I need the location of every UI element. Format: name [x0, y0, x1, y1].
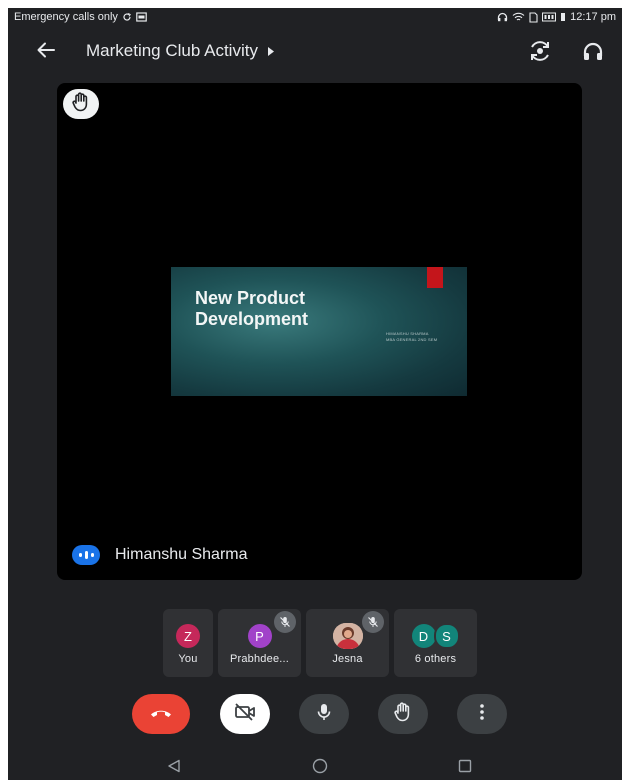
presenter-label: Himanshu Sharma — [72, 545, 248, 565]
nav-recents-icon — [458, 759, 472, 778]
meeting-title-button[interactable]: Marketing Club Activity — [86, 41, 274, 61]
nav-home-icon — [312, 758, 328, 779]
caret-right-icon — [267, 46, 274, 56]
arrow-back-icon — [37, 42, 55, 63]
status-time: 12:17 pm — [570, 11, 616, 23]
end-call-button[interactable] — [132, 694, 190, 734]
slide-subtitle: HIMANSHU SHARMA MBA GENERAL 2ND SEM — [386, 331, 437, 343]
participant-tile-others[interactable]: D S 6 others — [394, 609, 477, 677]
participant-tile-you[interactable]: Z You — [163, 609, 213, 677]
microphone-button[interactable] — [299, 694, 349, 734]
call-controls — [132, 694, 512, 738]
headphones-icon — [582, 41, 604, 66]
battery-icon — [560, 12, 566, 22]
status-bar: Emergency calls only 12:17 pm — [8, 8, 622, 28]
slide-title: New Product Development — [195, 288, 309, 329]
back-button[interactable] — [34, 40, 58, 64]
switch-camera-icon — [528, 40, 552, 67]
wifi-icon — [512, 12, 525, 22]
more-options-icon — [480, 703, 484, 725]
mic-off-icon — [362, 611, 384, 633]
meeting-title: Marketing Club Activity — [86, 41, 258, 60]
sim-icon — [529, 11, 538, 23]
camera-toggle-button[interactable] — [220, 694, 270, 734]
sync-icon — [122, 12, 132, 22]
nav-back-icon — [167, 759, 181, 778]
carrier-text: Emergency calls only — [14, 11, 118, 23]
avatar: P — [247, 624, 272, 648]
avatar: Z — [176, 624, 200, 648]
presenter-name: Himanshu Sharma — [115, 546, 248, 563]
raise-hand-icon — [394, 701, 412, 727]
app-bar: Marketing Club Activity — [8, 32, 622, 72]
raised-hand-icon — [72, 91, 90, 117]
participant-tile-jesna[interactable]: Jesna — [306, 609, 389, 677]
participant-name: 6 others — [414, 653, 457, 665]
profile-photo-avatar — [332, 623, 363, 649]
mic-off-icon — [274, 611, 296, 633]
nav-back-button[interactable] — [164, 758, 184, 778]
participant-name: Prabhdee... — [229, 653, 290, 665]
headset-status-icon — [497, 12, 508, 22]
nav-home-button[interactable] — [310, 758, 330, 778]
nav-recents-button[interactable] — [455, 758, 475, 778]
participant-name: You — [178, 653, 198, 665]
avatar: D — [411, 624, 436, 648]
camera-off-icon — [234, 702, 256, 726]
audio-output-button[interactable] — [580, 40, 606, 66]
meet-screen: Emergency calls only 12:17 pm Marketing … — [8, 8, 622, 780]
avatar: S — [433, 623, 460, 649]
slide-accent-block — [427, 267, 443, 288]
speaking-indicator-icon — [72, 545, 100, 565]
raised-hand-badge — [63, 89, 99, 119]
slide-subtitle-line: MBA GENERAL 2ND SEM — [386, 337, 438, 342]
raise-hand-button[interactable] — [378, 694, 428, 734]
more-options-button[interactable] — [457, 694, 507, 734]
system-nav-bar — [8, 752, 622, 780]
participant-strip: Z You P Prabhdee... Jesna D S 6 others — [163, 609, 477, 677]
switch-camera-button[interactable] — [527, 40, 553, 66]
participant-name: Jesna — [332, 653, 363, 665]
shared-slide: New Product Development HIMANSHU SHARMA … — [171, 267, 467, 396]
presentation-tile[interactable]: New Product Development HIMANSHU SHARMA … — [57, 83, 582, 580]
notification-icon — [136, 12, 147, 22]
participant-tile-prabhdeep[interactable]: P Prabhdee... — [218, 609, 301, 677]
signal-icon — [542, 12, 557, 22]
microphone-icon — [317, 703, 331, 726]
end-call-icon — [149, 705, 173, 723]
